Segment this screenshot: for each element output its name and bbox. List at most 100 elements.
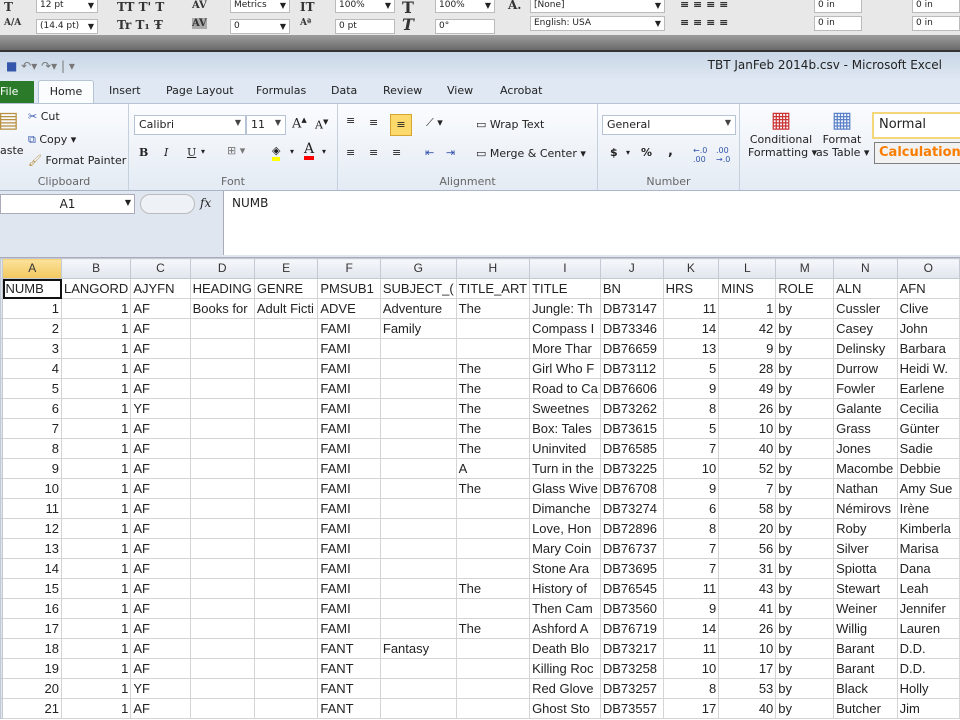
cell-H[interactable] (455, 498, 531, 519)
cell-M[interactable]: by (775, 618, 835, 639)
cell-D[interactable] (189, 618, 255, 639)
cell-E[interactable] (253, 518, 319, 539)
redo-icon[interactable]: ↷▾ (41, 59, 57, 73)
cell-A[interactable]: 21 (2, 698, 63, 719)
save-icon[interactable]: ■ (6, 59, 17, 73)
tab-file[interactable]: File (0, 81, 34, 103)
header-cell-M[interactable]: ROLE (775, 278, 835, 299)
cell-C[interactable]: AF (130, 658, 191, 679)
cell-K[interactable]: 10 (662, 658, 720, 679)
cell-D[interactable] (189, 658, 255, 679)
column-header-M[interactable]: M (775, 258, 835, 279)
cell-I[interactable]: Turn in the (529, 458, 601, 479)
cell-G[interactable] (379, 558, 457, 579)
cell-H[interactable]: The (455, 618, 531, 639)
cell-B[interactable]: 1 (61, 598, 132, 619)
cell-F[interactable]: FAMI (317, 518, 381, 539)
cell-K[interactable]: 7 (662, 558, 720, 579)
cell-I[interactable]: Love, Hon (529, 518, 601, 539)
cell-O[interactable]: Irène (896, 498, 960, 519)
cell-N[interactable]: Némirovs (833, 498, 898, 519)
cell-L[interactable]: 20 (718, 518, 777, 539)
cell-J[interactable]: DB72896 (599, 518, 664, 539)
cell-O[interactable]: Sadie (896, 438, 960, 459)
cell-A[interactable]: 11 (2, 498, 63, 519)
column-header-O[interactable]: O (896, 258, 960, 279)
cell-E[interactable] (253, 418, 319, 439)
tab-data[interactable]: Data (331, 84, 357, 97)
cell-H[interactable]: The (455, 358, 531, 379)
cell-A[interactable]: 16 (2, 598, 63, 619)
cell-N[interactable]: Stewart (833, 578, 898, 599)
cell-D[interactable] (189, 638, 255, 659)
cell-I[interactable]: Ghost Sto (529, 698, 601, 719)
cell-I[interactable]: Stone Ara (529, 558, 601, 579)
cell-G[interactable] (379, 478, 457, 499)
cell-B[interactable]: 1 (61, 518, 132, 539)
cell-F[interactable]: FAMI (317, 538, 381, 559)
cell-G[interactable] (379, 598, 457, 619)
cell-N[interactable]: Black (833, 678, 898, 699)
font-size-select[interactable]: 11 ▼ (246, 115, 286, 135)
header-cell-G[interactable]: SUBJECT_( (379, 278, 457, 299)
cell-I[interactable]: Compass I (529, 318, 601, 339)
cell-K[interactable]: 8 (662, 678, 720, 699)
cell-I[interactable]: Ashford A (529, 618, 601, 639)
cell-N[interactable]: Casey (833, 318, 898, 339)
cell-A[interactable]: 2 (2, 318, 63, 339)
cell-M[interactable]: by (775, 418, 835, 439)
cell-C[interactable]: AF (130, 518, 191, 539)
column-header-G[interactable]: G (379, 258, 457, 279)
cell-A[interactable]: 19 (2, 658, 63, 679)
cell-M[interactable]: by (775, 638, 835, 659)
name-box[interactable]: A1 ▼ (0, 194, 135, 214)
cell-E[interactable]: Adult Ficti (253, 298, 319, 319)
cell-K[interactable]: 5 (662, 358, 720, 379)
cell-I[interactable]: Mary Coin (529, 538, 601, 559)
tab-insert[interactable]: Insert (109, 84, 141, 97)
style-calculation[interactable]: Calculation (874, 142, 960, 164)
cell-G[interactable] (379, 338, 457, 359)
cell-D[interactable] (189, 538, 255, 559)
cell-C[interactable]: AF (130, 318, 191, 339)
cell-M[interactable]: by (775, 598, 835, 619)
font-color-icon[interactable]: A (304, 142, 315, 160)
cell-I[interactable]: Road to Ca (529, 378, 601, 399)
cell-B[interactable]: 1 (61, 498, 132, 519)
italic-button[interactable]: I (164, 146, 168, 159)
cell-G[interactable] (379, 538, 457, 559)
align-right-icon[interactable]: ≡ (392, 146, 401, 159)
cell-K[interactable]: 9 (662, 478, 720, 499)
cell-E[interactable] (253, 678, 319, 699)
cell-K[interactable]: 14 (662, 318, 720, 339)
cell-C[interactable]: YF (130, 398, 191, 419)
cell-H[interactable]: The (455, 418, 531, 439)
cell-O[interactable]: D.D. (896, 658, 960, 679)
cell-N[interactable]: Willig (833, 618, 898, 639)
tab-formulas[interactable]: Formulas (256, 84, 306, 97)
decrease-indent-icon[interactable]: ⇤ (425, 146, 434, 159)
cell-G[interactable] (379, 418, 457, 439)
cell-K[interactable]: 9 (662, 598, 720, 619)
cell-G[interactable] (379, 498, 457, 519)
cell-O[interactable]: John (896, 318, 960, 339)
small-caps-icon[interactable]: Tr T₁ Ŧ (117, 18, 163, 32)
cell-F[interactable]: FAMI (317, 358, 381, 379)
kerning-field[interactable]: Metrics ▼ (230, 0, 290, 13)
cell-O[interactable]: Dana (896, 558, 960, 579)
cell-M[interactable]: by (775, 698, 835, 719)
cell-L[interactable]: 40 (718, 438, 777, 459)
cell-H[interactable] (455, 518, 531, 539)
underline-dropdown-icon[interactable]: ▾ (201, 147, 205, 156)
percent-button[interactable]: % (641, 146, 652, 159)
cell-I[interactable]: Then Cam (529, 598, 601, 619)
cell-H[interactable]: The (455, 378, 531, 399)
cell-F[interactable]: FAMI (317, 598, 381, 619)
cell-O[interactable]: Marisa (896, 538, 960, 559)
cell-H[interactable] (455, 678, 531, 699)
cell-A[interactable]: 12 (2, 518, 63, 539)
cell-E[interactable] (253, 358, 319, 379)
shrink-font-icon[interactable]: A▼ (315, 118, 328, 132)
cell-C[interactable]: AF (130, 338, 191, 359)
all-caps-icon[interactable]: TT T' T (117, 0, 164, 14)
